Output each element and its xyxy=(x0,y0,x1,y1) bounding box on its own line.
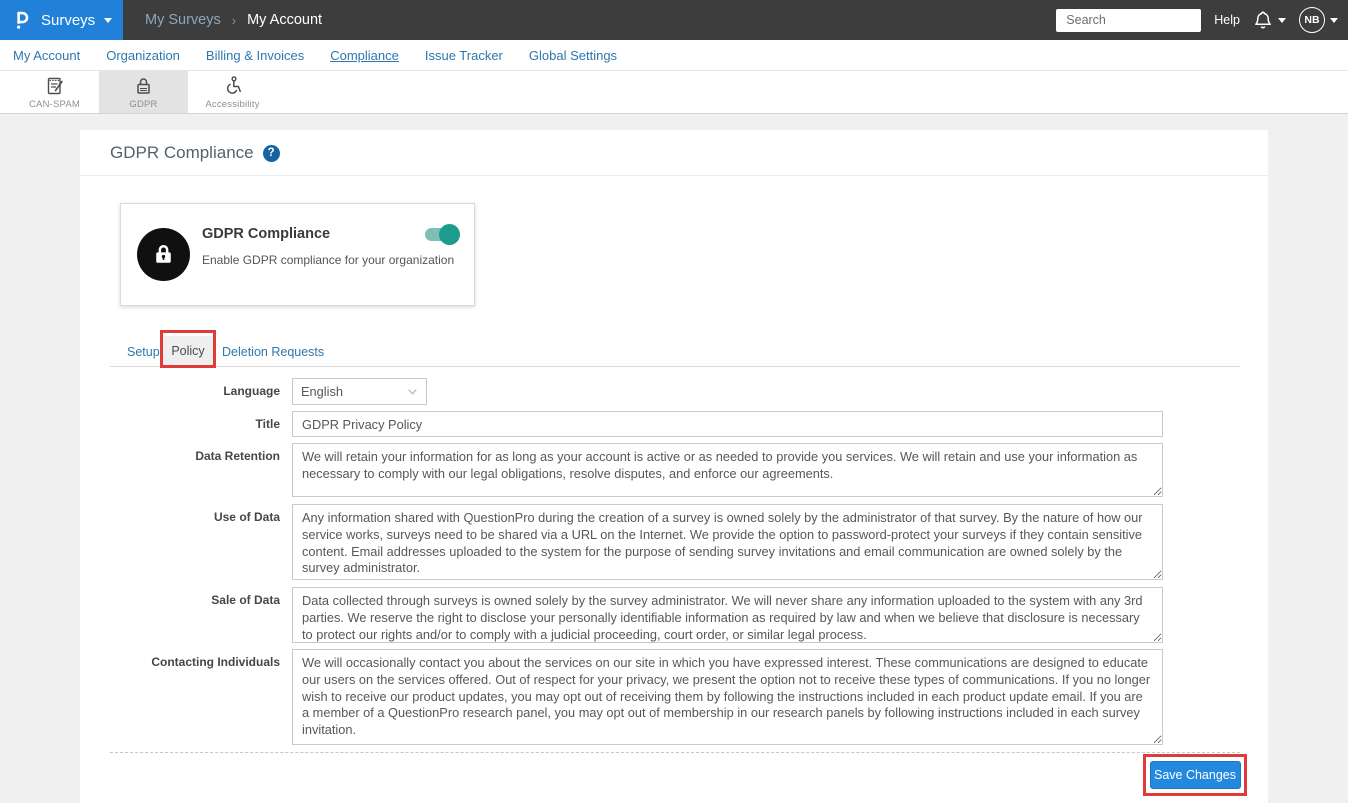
use-of-data-label: Use of Data xyxy=(80,510,280,524)
bell-icon xyxy=(1253,9,1273,31)
lock-icon xyxy=(150,241,177,268)
lock-icon xyxy=(133,75,154,96)
user-menu[interactable]: NB xyxy=(1299,7,1338,33)
gdpr-enabled-toggle[interactable] xyxy=(425,228,457,241)
data-retention-textarea[interactable]: We will retain your information for as l… xyxy=(292,443,1163,497)
divider xyxy=(80,175,1268,176)
tab-deletion-requests[interactable]: Deletion Requests xyxy=(222,345,324,359)
wheelchair-icon xyxy=(222,75,243,96)
search-input[interactable] xyxy=(1066,13,1227,27)
title-input[interactable] xyxy=(292,411,1163,437)
toggle-knob xyxy=(439,224,460,245)
use-of-data-textarea[interactable]: Any information shared with QuestionPro … xyxy=(292,504,1163,580)
language-selected-value: English xyxy=(301,384,343,399)
gdpr-compliance-panel: GDPR Compliance ? GDPR Compliance Enable… xyxy=(80,130,1268,803)
sale-of-data-label: Sale of Data xyxy=(80,593,280,607)
gdpr-toggle-card: GDPR Compliance Enable GDPR compliance f… xyxy=(120,203,475,306)
product-label: Surveys xyxy=(41,12,95,29)
subtab-can-spam[interactable]: CAN-SPAM xyxy=(10,71,99,113)
breadcrumb-my-account: My Account xyxy=(247,12,322,28)
annotation-highlight-save: Save Changes xyxy=(1143,754,1247,796)
contacting-individuals-label: Contacting Individuals xyxy=(80,655,280,669)
chevron-down-icon xyxy=(1330,18,1338,23)
nav-item-organization[interactable]: Organization xyxy=(106,48,180,63)
nav-item-billing-invoices[interactable]: Billing & Invoices xyxy=(206,48,304,63)
divider xyxy=(110,752,1240,753)
subtab-accessibility[interactable]: Accessibility xyxy=(188,71,277,113)
language-select[interactable]: English xyxy=(292,378,427,405)
contacting-individuals-textarea[interactable]: We will occasionally contact you about t… xyxy=(292,649,1163,745)
save-changes-button[interactable]: Save Changes xyxy=(1150,761,1241,789)
notifications-menu[interactable] xyxy=(1253,9,1286,31)
chevron-down-icon xyxy=(104,18,112,23)
nav-item-my-account[interactable]: My Account xyxy=(13,48,80,63)
tab-policy[interactable]: Policy xyxy=(163,336,213,366)
breadcrumb-separator-icon: › xyxy=(232,13,236,28)
toggle-card-subtitle: Enable GDPR compliance for your organiza… xyxy=(202,253,454,267)
compliance-subtabs: CAN-SPAM GDPR Accessibility xyxy=(0,71,1348,114)
subtab-gdpr[interactable]: GDPR xyxy=(99,71,188,113)
title-label: Title xyxy=(80,417,280,431)
screen: Surveys My Surveys › My Account Help xyxy=(0,0,1348,803)
breadcrumb: My Surveys › My Account xyxy=(145,0,322,40)
page-head: GDPR Compliance ? xyxy=(110,143,280,163)
tab-setup[interactable]: Setup xyxy=(127,345,160,359)
nav-item-issue-tracker[interactable]: Issue Tracker xyxy=(425,48,503,63)
sale-of-data-textarea[interactable]: Data collected through surveys is owned … xyxy=(292,587,1163,643)
topbar-right: Help NB xyxy=(1056,0,1338,40)
surveys-product-menu[interactable]: Surveys xyxy=(0,0,123,40)
nav-item-global-settings[interactable]: Global Settings xyxy=(529,48,617,63)
search-box[interactable] xyxy=(1056,9,1201,32)
chevron-down-icon xyxy=(1278,18,1286,23)
lock-badge xyxy=(137,228,190,281)
policy-tabs: Setup Policy Deletion Requests xyxy=(110,338,1240,367)
avatar[interactable]: NB xyxy=(1299,7,1325,33)
topbar: Surveys My Surveys › My Account Help xyxy=(0,0,1348,40)
language-label: Language xyxy=(80,384,280,398)
data-retention-label: Data Retention xyxy=(80,449,280,463)
memo-pencil-icon xyxy=(44,75,65,96)
subtab-label: Accessibility xyxy=(205,99,259,110)
subtab-label: GDPR xyxy=(129,99,157,110)
toggle-card-title: GDPR Compliance xyxy=(202,226,330,242)
chevron-down-icon xyxy=(406,385,419,398)
nav-item-compliance[interactable]: Compliance xyxy=(330,48,399,63)
account-nav: My Account Organization Billing & Invoic… xyxy=(0,40,1348,71)
page-title: GDPR Compliance xyxy=(110,143,254,163)
subtab-label: CAN-SPAM xyxy=(29,99,80,110)
breadcrumb-my-surveys[interactable]: My Surveys xyxy=(145,12,221,28)
help-link[interactable]: Help xyxy=(1214,13,1240,27)
help-icon[interactable]: ? xyxy=(263,145,280,162)
questionpro-logo-icon xyxy=(13,9,32,31)
